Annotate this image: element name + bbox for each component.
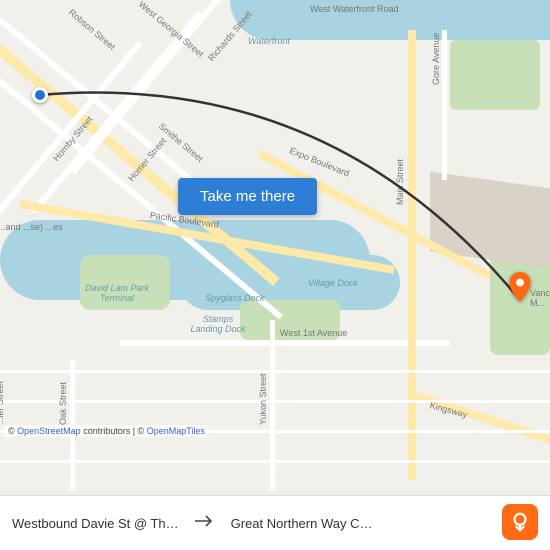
map-viewport[interactable]: Robson Street West Georgia Street West W…	[0, 0, 550, 495]
label-w1st: West 1st Avenue	[280, 328, 347, 338]
road-w1st	[120, 340, 450, 346]
label-robson: Robson Street	[67, 7, 118, 52]
tiles-link[interactable]: OpenMapTiles	[147, 426, 205, 436]
poi-stamps: Stamps Landing Dock	[188, 314, 248, 334]
poi-vanc-m: Vanc... M...	[530, 288, 550, 308]
label-other: ...ler Street	[0, 381, 5, 425]
road-gore	[442, 30, 447, 180]
osm-link[interactable]: OpenStreetMap	[17, 426, 81, 436]
road-minor4	[0, 460, 550, 463]
poi-davidlam: David Lam Park Terminal	[82, 283, 152, 303]
label-main: Main Street	[395, 159, 405, 205]
origin-label: Westbound Davie St @ Th…	[12, 516, 179, 531]
road-kingsway	[409, 390, 550, 447]
attrib-contrib: contributors | ©	[81, 426, 147, 436]
arrow-icon	[195, 514, 215, 533]
poi-spyglass: Spyglass Dock	[205, 293, 265, 303]
label-waterfront: Waterfront	[248, 36, 290, 46]
destination-label: Great Northern Way C…	[231, 516, 373, 531]
label-falsecreek-side: ...and ...se) ...es	[0, 222, 63, 234]
take-me-there-button[interactable]: Take me there	[178, 178, 317, 215]
route-summary-bar: Westbound Davie St @ Th… Great Northern …	[0, 495, 550, 550]
origin-marker[interactable]	[32, 87, 48, 103]
label-yukon: Yukon Street	[258, 373, 268, 425]
moovit-badge[interactable]	[502, 504, 538, 540]
road-main	[408, 30, 416, 480]
road-minor1	[0, 370, 550, 373]
label-oak: Oak Street	[58, 382, 68, 425]
road-yukon	[270, 320, 275, 490]
poi-village: Village Dock	[308, 278, 358, 288]
destination-marker[interactable]	[509, 272, 531, 302]
label-richards: Richards Street	[206, 9, 254, 63]
label-gore: Gore Avenue	[431, 33, 441, 85]
road-minor2	[0, 400, 550, 403]
park-ne	[450, 40, 540, 110]
label-waterfront-rd: West Waterfront Road	[310, 4, 399, 14]
map-attribution: © OpenStreetMap contributors | © OpenMap…	[4, 425, 209, 437]
